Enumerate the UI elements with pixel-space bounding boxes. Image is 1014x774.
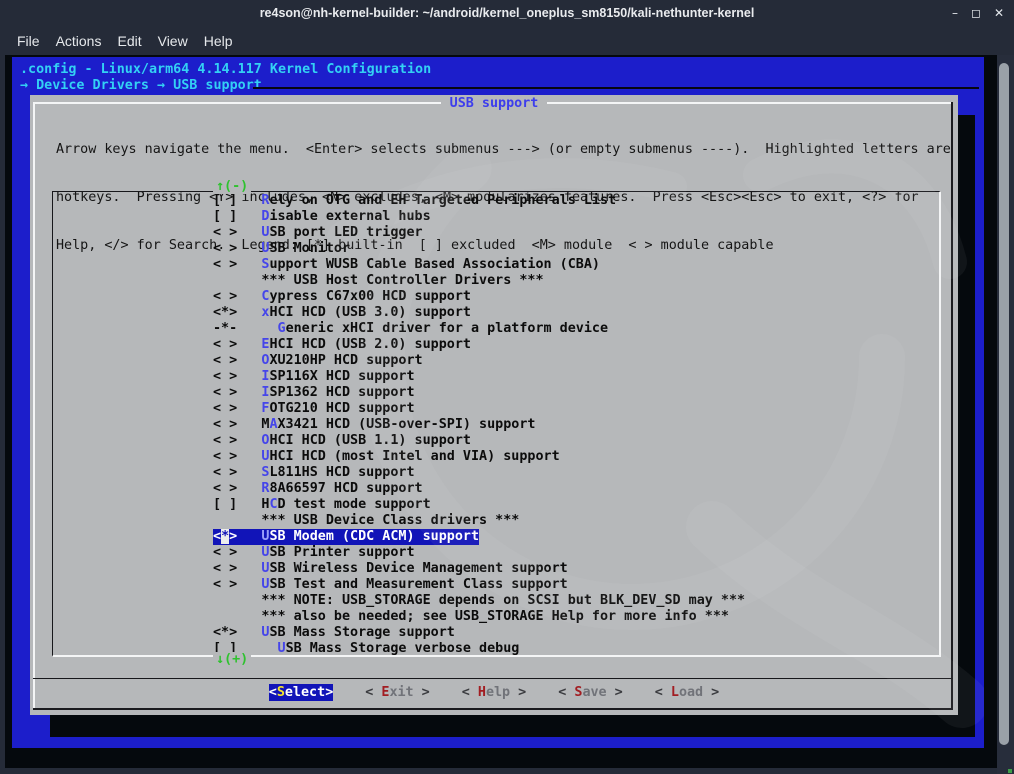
menu-item[interactable]: < > ISP116X HCD support bbox=[213, 369, 939, 385]
menu-item: *** USB Host Controller Drivers *** bbox=[213, 273, 939, 289]
terminal-viewport: .config - Linux/arm64 4.14.117 Kernel Co… bbox=[5, 55, 997, 768]
menu-item[interactable]: < > OXU210HP HCD support bbox=[213, 353, 939, 369]
kernel-config-header: .config - Linux/arm64 4.14.117 Kernel Co… bbox=[20, 62, 431, 78]
exit-button[interactable]: < Exit > bbox=[365, 684, 430, 701]
scroll-down-indicator: ↓(+) bbox=[213, 652, 251, 667]
menu-item[interactable]: <*> USB Mass Storage support bbox=[213, 625, 939, 641]
menu-item: *** also be needed; see USB_STORAGE Help… bbox=[213, 609, 939, 625]
menu-view[interactable]: View bbox=[154, 31, 192, 51]
menu-item[interactable]: < > ISP1362 HCD support bbox=[213, 385, 939, 401]
menu-item[interactable]: < > FOTG210 HCD support bbox=[213, 401, 939, 417]
dialog-border-left bbox=[33, 102, 35, 710]
window-title: re4son@nh-kernel-builder: ~/android/kern… bbox=[0, 6, 1014, 20]
dialog-border-bottom bbox=[33, 708, 953, 710]
window-controls: – ◻ ✕ bbox=[952, 6, 1004, 20]
menu-item[interactable]: < > UHCI HCD (most Intel and VIA) suppor… bbox=[213, 449, 939, 465]
menu-item[interactable]: < > EHCI HCD (USB 2.0) support bbox=[213, 337, 939, 353]
menu-list: [ ] Rely on OTG and EH Targeted Peripher… bbox=[53, 193, 939, 657]
menu-item-selected[interactable]: <*> USB Modem (CDC ACM) support bbox=[213, 529, 939, 545]
terminal-window: re4son@nh-kernel-builder: ~/android/kern… bbox=[0, 0, 1014, 774]
resize-grip bbox=[1008, 769, 1012, 773]
menu-item[interactable]: [ ] Disable external hubs bbox=[213, 209, 939, 225]
menu-listbox: [ ] Rely on OTG and EH Targeted Peripher… bbox=[52, 191, 941, 657]
menu-item[interactable]: < > SL811HS HCD support bbox=[213, 465, 939, 481]
menu-file[interactable]: File bbox=[13, 31, 44, 51]
dialog-border-right bbox=[951, 102, 953, 710]
menu-edit[interactable]: Edit bbox=[113, 31, 145, 51]
menu-item[interactable]: < > Support WUSB Cable Based Association… bbox=[213, 257, 939, 273]
menu-item[interactable]: < > Cypress C67x00 HCD support bbox=[213, 289, 939, 305]
usb-support-dialog: USB support Arrow keys navigate the menu… bbox=[30, 95, 958, 715]
menu-help[interactable]: Help bbox=[200, 31, 237, 51]
scroll-up-indicator: ↑(-) bbox=[213, 179, 251, 194]
load-button[interactable]: < Load > bbox=[655, 684, 720, 701]
menu-item[interactable]: < > USB Wireless Device Management suppo… bbox=[213, 561, 939, 577]
titlebar: re4son@nh-kernel-builder: ~/android/kern… bbox=[0, 0, 1014, 27]
menubar: File Actions Edit View Help bbox=[0, 27, 1014, 55]
menu-actions[interactable]: Actions bbox=[52, 31, 106, 51]
button-separator bbox=[33, 678, 953, 679]
menu-item[interactable]: < > OHCI HCD (USB 1.1) support bbox=[213, 433, 939, 449]
menu-item[interactable]: < > USB Monitor bbox=[213, 241, 939, 257]
ncurses-screen: .config - Linux/arm64 4.14.117 Kernel Co… bbox=[12, 57, 984, 748]
minimize-icon[interactable]: – bbox=[952, 6, 958, 20]
menu-item[interactable]: [ ] HCD test mode support bbox=[213, 497, 939, 513]
save-button[interactable]: < Save > bbox=[558, 684, 623, 701]
menu-item[interactable]: -*- Generic xHCI driver for a platform d… bbox=[213, 321, 939, 337]
scrollbar-thumb[interactable] bbox=[999, 63, 1009, 745]
dialog-shadow-bottom bbox=[50, 715, 975, 737]
menu-item[interactable]: <*> xHCI HCD (USB 3.0) support bbox=[213, 305, 939, 321]
select-button[interactable]: <Select> bbox=[269, 684, 334, 701]
maximize-icon[interactable]: ◻ bbox=[971, 6, 981, 20]
menu-item[interactable]: [ ] USB Mass Storage verbose debug bbox=[213, 641, 939, 657]
menu-item[interactable]: < > USB Printer support bbox=[213, 545, 939, 561]
breadcrumb: → Device Drivers → USB support bbox=[20, 78, 262, 94]
close-icon[interactable]: ✕ bbox=[994, 6, 1004, 20]
menu-item: *** USB Device Class drivers *** bbox=[213, 513, 939, 529]
menu-item[interactable]: < > USB Test and Measurement Class suppo… bbox=[213, 577, 939, 593]
menu-item[interactable]: < > MAX3421 HCD (USB-over-SPI) support bbox=[213, 417, 939, 433]
menu-item[interactable]: < > USB port LED trigger bbox=[213, 225, 939, 241]
breadcrumb-rule bbox=[253, 87, 979, 89]
dialog-buttons: <Select> < Exit > < Help > < Save > < Load > bbox=[30, 684, 958, 701]
menu-item[interactable]: < > R8A66597 HCD support bbox=[213, 481, 939, 497]
help-button[interactable]: < Help > bbox=[462, 684, 527, 701]
menu-item[interactable]: [ ] Rely on OTG and EH Targeted Peripher… bbox=[213, 193, 939, 209]
menu-item: *** NOTE: USB_STORAGE depends on SCSI bu… bbox=[213, 593, 939, 609]
dialog-shadow-right bbox=[958, 115, 975, 737]
